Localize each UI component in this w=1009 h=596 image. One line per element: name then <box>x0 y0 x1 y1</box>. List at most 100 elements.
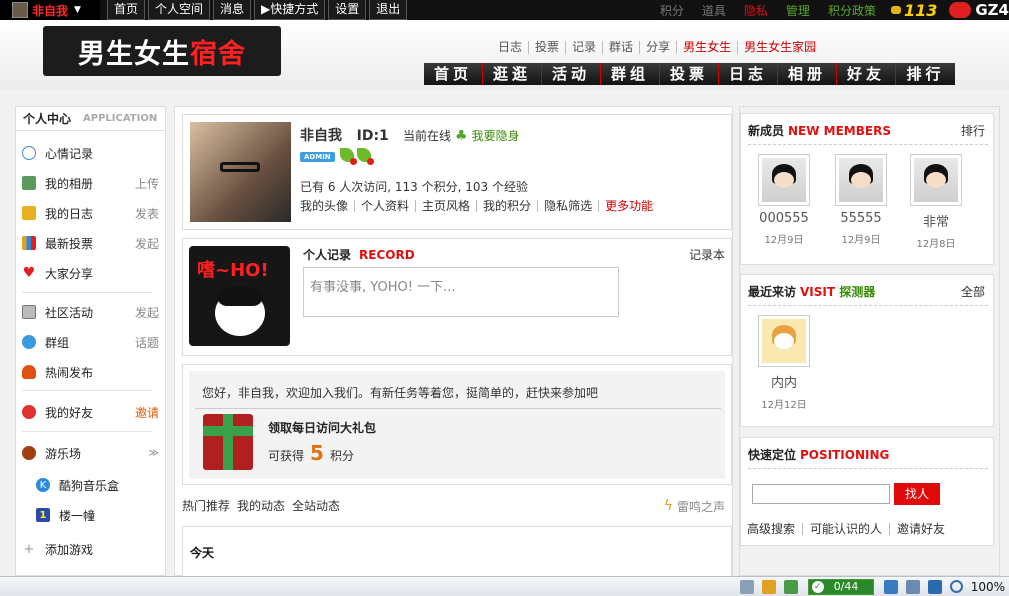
main-nav-friends[interactable]: 好友 <box>837 63 896 85</box>
main-nav-groups[interactable]: 群组 <box>601 63 660 85</box>
top-nav-home[interactable]: 首页 <box>107 0 146 20</box>
zoom-level[interactable]: 100% <box>971 580 1005 594</box>
sublink-boys-girls-home[interactable]: 男生女生家园 <box>738 41 822 54</box>
tab-site-feed[interactable]: 全站动态 <box>292 497 340 515</box>
sidebar-item-hot[interactable]: 热闹发布 <box>22 362 159 382</box>
profile-avatar[interactable] <box>190 122 291 222</box>
connection-icon[interactable] <box>927 579 942 594</box>
sublink-boys-girls[interactable]: 男生女生 <box>677 41 739 54</box>
tab-my-feed[interactable]: 我的动态 <box>237 497 285 515</box>
top-nav-settings[interactable]: 设置 <box>328 0 367 20</box>
sidebar-action-invite[interactable]: 邀请 <box>135 404 159 421</box>
invite-friends-link[interactable]: 邀请好友 <box>890 523 952 535</box>
sidebar-action-post[interactable]: 发表 <box>135 205 159 222</box>
top-nav-space[interactable]: 个人空间 <box>148 0 211 20</box>
top-nav-logout[interactable]: 退出 <box>369 0 408 20</box>
sublink-vote[interactable]: 投票 <box>529 41 567 54</box>
link-props[interactable]: 道具 <box>702 2 726 19</box>
brand-logo[interactable]: GZ4 <box>949 1 1009 19</box>
link-more[interactable]: 更多功能 <box>599 200 659 212</box>
profile-card: 非自我 ID:1 当前在线 ♣ 我要隐身 ADMIN 已有 6 人次访问, 11… <box>182 114 732 230</box>
main-nav-albums[interactable]: 相册 <box>778 63 837 85</box>
main-nav-ranking[interactable]: 排行 <box>896 63 955 85</box>
member-item[interactable]: 000555 12月9日 <box>749 154 819 246</box>
sidebar-item-building[interactable]: 1 楼一幢 <box>36 505 159 525</box>
link-points-policy[interactable]: 积分政策 <box>828 2 876 19</box>
download-progress[interactable]: ✓ 0/44 <box>807 578 874 595</box>
heart-icon: ♥ <box>22 265 36 281</box>
invisible-link[interactable]: 我要隐身 <box>472 127 520 144</box>
security-icon[interactable] <box>783 579 798 594</box>
sublink-record[interactable]: 记录 <box>566 41 604 54</box>
sidebar-item-kugou[interactable]: K 酷狗音乐盒 <box>36 475 159 495</box>
member-date: 12月9日 <box>764 235 804 246</box>
advanced-search-link[interactable]: 高级搜索 <box>747 523 804 535</box>
find-person-button[interactable]: 找人 <box>894 483 940 505</box>
member-item[interactable]: 非常 12月8日 <box>901 154 971 250</box>
screen-icon[interactable] <box>883 579 898 594</box>
tab-hot[interactable]: 热门推荐 <box>182 497 230 515</box>
sidebar-action-upload[interactable]: 上传 <box>135 175 159 192</box>
chevron-down-icon[interactable]: ▼ <box>74 5 81 15</box>
user-menu[interactable]: 非自我 ▼ <box>0 0 100 20</box>
member-avatar <box>758 154 810 206</box>
points-unit: 积分 <box>329 449 354 463</box>
link-privacy[interactable]: 隐私 <box>744 2 768 19</box>
sidebar-item-playground[interactable]: 游乐场 ≫ <box>22 443 159 463</box>
addon-icon[interactable] <box>761 579 776 594</box>
link-my-avatar[interactable]: 我的头像 <box>300 200 356 212</box>
main-nav-browse[interactable]: 逛逛 <box>483 63 542 85</box>
gift-title[interactable]: 领取每日访问大礼包 <box>268 419 376 436</box>
thunder-link[interactable]: ϟ 雷鸣之声 <box>664 497 725 515</box>
main-nav-events[interactable]: 活动 <box>542 63 601 85</box>
link-manage[interactable]: 管理 <box>786 2 810 19</box>
main-nav-blogs[interactable]: 日志 <box>719 63 778 85</box>
ranking-link[interactable]: 排行 <box>961 122 985 139</box>
sidebar-action-topic[interactable]: 话题 <box>135 334 159 351</box>
divider <box>748 144 988 145</box>
sidebar-item-votes[interactable]: 最新投票 发起 <box>22 233 159 253</box>
avatar-photo-detail <box>220 162 260 172</box>
record-input[interactable]: 有事没事, YOHO! 一下... <box>303 267 619 317</box>
people-you-may-know-link[interactable]: 可能认识的人 <box>803 523 891 535</box>
sidebar-item-blog[interactable]: 我的日志 发表 <box>22 203 159 223</box>
sidebar-item-label: 最新投票 <box>45 236 94 251</box>
all-visitors-link[interactable]: 全部 <box>961 283 985 300</box>
member-date: 12月9日 <box>841 235 881 246</box>
link-my-points[interactable]: 我的积分 <box>477 200 539 212</box>
detector-link[interactable]: 探测器 <box>839 285 875 299</box>
sidebar-item-share[interactable]: ♥ 大家分享 <box>22 263 159 283</box>
zoom-icon[interactable] <box>949 580 963 593</box>
points-value: 5 <box>310 441 324 465</box>
network-icon[interactable] <box>739 579 754 594</box>
sidebar-item-groups[interactable]: 群组 话题 <box>22 332 159 352</box>
sublink-groupchat[interactable]: 群话 <box>603 41 641 54</box>
sidebar-action-start-vote[interactable]: 发起 <box>135 235 159 252</box>
sublink-blog[interactable]: 日志 <box>492 41 530 54</box>
link-privacy-filter[interactable]: 隐私筛选 <box>538 200 600 212</box>
visitor-item[interactable]: 内内 12月12日 <box>749 315 819 411</box>
link-points[interactable]: 积分 <box>660 2 684 19</box>
gift-icon[interactable] <box>203 414 253 470</box>
top-nav-messages[interactable]: 消息 <box>213 0 252 20</box>
member-item[interactable]: 55555 12月9日 <box>826 154 896 246</box>
main-nav-votes[interactable]: 投票 <box>660 63 719 85</box>
site-logo[interactable]: 男生女生 宿舍 <box>43 26 281 76</box>
score-display: 113 <box>890 1 937 20</box>
sidebar-item-mood[interactable]: 心情记录 <box>22 143 159 163</box>
main-nav-home[interactable]: 首页 <box>424 63 483 85</box>
sidebar-item-events[interactable]: 社区活动 发起 <box>22 302 159 322</box>
sidebar-action-start-event[interactable]: 发起 <box>135 304 159 321</box>
sidebar-item-friends[interactable]: 我的好友 邀请 <box>22 402 159 422</box>
top-nav-shortcuts[interactable]: ▶快捷方式 <box>254 0 326 20</box>
speaker-icon[interactable] <box>905 579 920 594</box>
sidebar-item-add-game[interactable]: + 添加游戏 <box>22 539 159 559</box>
sidebar-item-label: 群组 <box>45 335 70 350</box>
chevron-down-icon[interactable]: ≫ <box>149 448 159 459</box>
link-profile-info[interactable]: 个人资料 <box>355 200 417 212</box>
sidebar-item-album[interactable]: 我的相册 上传 <box>22 173 159 193</box>
record-book-link[interactable]: 记录本 <box>689 246 725 263</box>
link-theme[interactable]: 主页风格 <box>416 200 478 212</box>
search-input[interactable] <box>752 484 890 504</box>
sublink-share[interactable]: 分享 <box>640 41 678 54</box>
